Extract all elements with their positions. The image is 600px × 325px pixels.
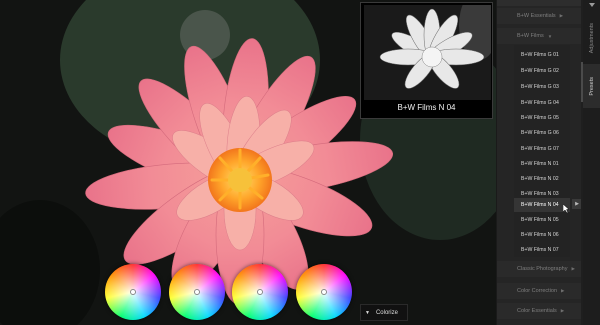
- wheel-handle[interactable]: [321, 289, 327, 295]
- category-bw-films[interactable]: B+W Films ▼: [497, 28, 584, 44]
- chevron-right-icon: ▶: [560, 308, 565, 313]
- preset-item[interactable]: B+W Films G 01: [514, 48, 570, 62]
- preview-thumbnail: [364, 5, 491, 100]
- triangle-down-icon: ▼: [365, 309, 370, 316]
- chevron-right-icon: ▶: [561, 288, 565, 293]
- preset-item[interactable]: B+W Films N 01: [514, 157, 570, 171]
- color-wheel[interactable]: [105, 264, 161, 320]
- preset-item[interactable]: B+W Films G 03: [514, 80, 570, 94]
- tab-adjustments[interactable]: Adjustments: [583, 12, 600, 64]
- mouse-cursor-icon: [563, 204, 569, 213]
- preset-item[interactable]: B+W Films N 07: [514, 243, 570, 257]
- wheel-handle[interactable]: [257, 289, 263, 295]
- preview-preset-name: B+W Films N 04: [397, 103, 456, 112]
- colorize-button[interactable]: ▼ Colorize: [360, 304, 408, 321]
- preset-item[interactable]: B+W Films G 04: [514, 96, 570, 110]
- preset-preview-popup: B+W Films N 04: [360, 2, 493, 119]
- preset-item[interactable]: B+W Films G 02: [514, 64, 570, 78]
- preset-item[interactable]: B+W Films G 07: [514, 142, 570, 156]
- panel-header-strip: [497, 0, 584, 6]
- wheel-handle[interactable]: [130, 289, 136, 295]
- wheel-handle[interactable]: [194, 289, 200, 295]
- preset-item[interactable]: B+W Films N 06: [514, 228, 570, 242]
- category-color-essentials[interactable]: Color Essentials ▶: [497, 303, 584, 319]
- preset-item[interactable]: B+W Films G 05: [514, 111, 570, 125]
- chevron-right-icon: ▶: [571, 266, 575, 271]
- tab-presets[interactable]: Presets: [583, 64, 600, 108]
- preset-item[interactable]: B+W Films N 05: [514, 213, 570, 227]
- preset-item[interactable]: B+W Films G 06: [514, 126, 570, 140]
- category-bw-essentials[interactable]: B+W Essentials ▶: [497, 8, 584, 24]
- preset-item-selected[interactable]: B+W Films N 04: [514, 198, 570, 212]
- category-color-correction[interactable]: Color Correction ▶: [497, 283, 584, 299]
- color-wheel[interactable]: [169, 264, 225, 320]
- chevron-right-icon: ▶: [559, 13, 564, 18]
- color-wheel[interactable]: [232, 264, 288, 320]
- category-classic-photography[interactable]: Classic Photography ▶: [497, 261, 584, 277]
- colorize-label: Colorize: [375, 309, 398, 316]
- color-wheel[interactable]: [296, 264, 352, 320]
- chevron-down-icon: ▼: [547, 33, 553, 39]
- triangle-down-icon: [589, 3, 595, 7]
- preset-item[interactable]: B+W Films N 02: [514, 172, 570, 186]
